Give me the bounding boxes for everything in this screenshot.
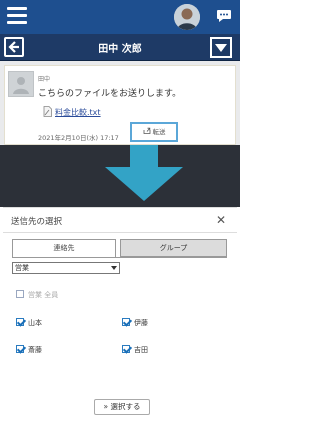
app-top-bar <box>0 0 240 34</box>
chevron-down-icon[interactable] <box>210 37 232 58</box>
attachment-link[interactable]: 料金比較.txt <box>55 107 101 118</box>
user-avatar[interactable] <box>174 4 200 30</box>
message-timestamp: 2021年2月10日(水) 17:17 <box>38 134 119 142</box>
chat-bubble-icon[interactable] <box>216 9 232 23</box>
forward-button[interactable]: 転送 <box>130 122 178 142</box>
conversation-title: 田中 次郎 <box>98 44 142 55</box>
dropdown-caret-icon <box>111 266 117 270</box>
department-select[interactable]: 営業 <box>12 262 120 274</box>
tutorial-arrow-stem <box>130 145 158 167</box>
message-card: 田中 こちらのファイルをお送りします。 料金比較.txt 2021年2月10日(… <box>4 65 236 145</box>
tutorial-arrow-icon <box>105 167 183 201</box>
sender-avatar-placeholder <box>8 71 34 97</box>
message-text: こちらのファイルをお送りします。 <box>38 89 182 99</box>
recipient-select-dialog: 送信先の選択 ✕ 連絡先 グループ 営業 営業 全員 山本 伊藤 斎藤 吉田 »… <box>3 207 237 420</box>
divider <box>3 232 237 233</box>
close-icon[interactable]: ✕ <box>214 213 228 227</box>
contact-name: 斎藤 <box>28 346 42 354</box>
department-select-value: 営業 <box>15 264 29 272</box>
contact-checkbox[interactable] <box>16 345 24 353</box>
forward-button-label: 転送 <box>152 128 166 136</box>
contact-name: 山本 <box>28 319 42 327</box>
tab-groups[interactable]: グループ <box>120 239 227 257</box>
tab-underline <box>12 257 227 258</box>
dialog-title: 送信先の選択 <box>11 217 63 227</box>
contact-name: 吉田 <box>134 346 148 354</box>
share-icon <box>143 124 151 140</box>
contact-checkbox[interactable] <box>122 345 130 353</box>
contact-checkbox[interactable] <box>122 318 130 326</box>
message-sender: 田中 <box>38 76 51 83</box>
contact-checkbox[interactable] <box>16 318 24 326</box>
select-all-checkbox[interactable] <box>16 290 24 298</box>
conversation-header: 田中 次郎 <box>0 34 240 61</box>
select-button[interactable]: » 選択する <box>94 399 150 415</box>
contact-name: 伊藤 <box>134 319 148 327</box>
message-list: 田中 こちらのファイルをお送りします。 料金比較.txt 2021年2月10日(… <box>0 61 240 145</box>
select-all-label: 営業 全員 <box>28 291 59 299</box>
hamburger-menu-icon[interactable] <box>7 7 27 27</box>
file-attachment-icon <box>43 106 52 117</box>
tab-contacts[interactable]: 連絡先 <box>12 239 116 257</box>
